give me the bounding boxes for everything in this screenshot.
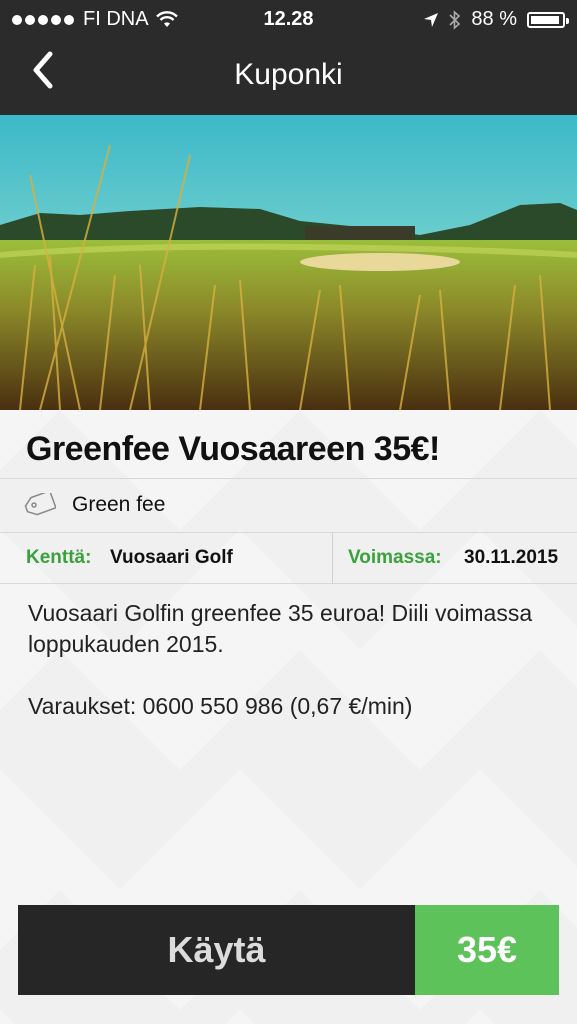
- valid-label: Voimassa:: [348, 547, 442, 568]
- tag-icon: [24, 493, 56, 516]
- valid-value: 30.11.2015: [464, 547, 559, 568]
- coupon-title: Greenfee Vuosaareen 35€!: [26, 430, 440, 468]
- description-text: Vuosaari Golfin greenfee 35 euroa! Diili…: [28, 600, 533, 657]
- coupon-image: [0, 115, 577, 410]
- status-bar: FI DNA 12.28 88 %: [0, 0, 577, 38]
- course-value: Vuosaari Golf: [110, 547, 233, 568]
- price-badge: 35€: [415, 905, 559, 995]
- category-label: Green fee: [72, 493, 166, 516]
- reservation-text: Varaukset: 0600 550 986 (0,67 €/min): [28, 693, 413, 719]
- bluetooth-icon: [449, 9, 461, 30]
- info-divider: [332, 533, 333, 583]
- page-title: Kuponki: [234, 58, 343, 91]
- top-bar: FI DNA 12.28 88 % Kuponki: [0, 0, 577, 115]
- info-row: Kenttä: Vuosaari Golf Voimassa: 30.11.20…: [0, 532, 577, 584]
- battery-percent: 88 %: [471, 8, 517, 30]
- use-coupon-button[interactable]: Käytä: [18, 905, 415, 995]
- coupon-description: Vuosaari Golfin greenfee 35 euroa! Diili…: [28, 598, 558, 722]
- location-arrow-icon: [424, 12, 439, 27]
- action-bar: Käytä 35€: [18, 905, 559, 995]
- course-label: Kenttä:: [26, 547, 92, 568]
- category-row: Green fee: [0, 478, 577, 532]
- navigation-bar: Kuponki: [0, 38, 577, 115]
- battery-icon: [527, 11, 569, 28]
